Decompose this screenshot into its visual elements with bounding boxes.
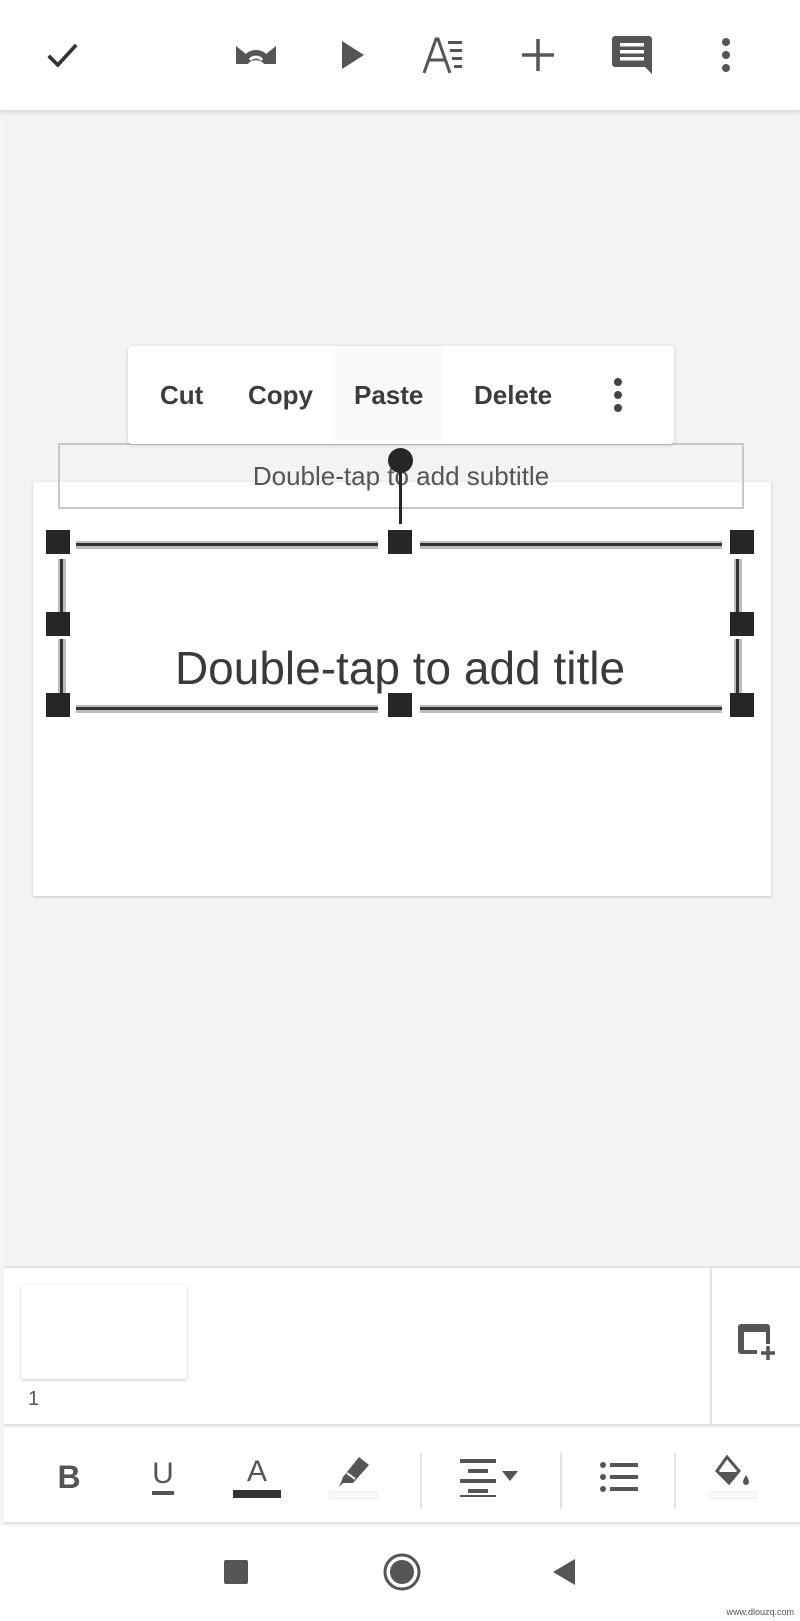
plus-icon bbox=[522, 39, 554, 71]
align-center-icon bbox=[460, 1459, 518, 1497]
bulleted-list-icon bbox=[600, 1462, 638, 1492]
cut-menu-item[interactable]: Cut bbox=[160, 346, 203, 444]
done-button[interactable] bbox=[38, 31, 86, 79]
underline-icon: U bbox=[152, 1459, 174, 1495]
transition-icon bbox=[236, 46, 276, 64]
insert-button[interactable] bbox=[514, 31, 562, 79]
more-vert-icon bbox=[614, 378, 622, 412]
comment-icon bbox=[612, 36, 652, 74]
resize-handle-left[interactable] bbox=[46, 612, 70, 636]
title-text: Double-tap to add title bbox=[174, 642, 626, 694]
home-button[interactable] bbox=[378, 1548, 426, 1596]
circle-icon bbox=[383, 1553, 421, 1591]
present-button[interactable] bbox=[328, 31, 376, 79]
text-format-button[interactable] bbox=[420, 31, 468, 79]
highlight-swatch bbox=[329, 1491, 377, 1499]
separator bbox=[420, 1453, 422, 1509]
bold-button[interactable]: B bbox=[42, 1450, 96, 1504]
play-icon bbox=[342, 41, 364, 69]
comment-button[interactable] bbox=[608, 31, 656, 79]
top-toolbar bbox=[0, 0, 800, 110]
selection-border-top bbox=[76, 541, 378, 549]
format-toolbar: B U A bbox=[4, 1428, 800, 1524]
highlighter-icon bbox=[339, 1457, 369, 1487]
resize-handle-bottom-left[interactable] bbox=[46, 693, 70, 717]
slide-number: 1 bbox=[28, 1388, 40, 1410]
more-vert-icon bbox=[722, 38, 730, 72]
selection-border-bottom bbox=[76, 705, 378, 713]
resize-handle-top-left[interactable] bbox=[46, 530, 70, 554]
text-color-icon: A bbox=[246, 1454, 267, 1488]
bulleted-list-button[interactable] bbox=[592, 1450, 646, 1504]
copy-menu-item[interactable]: Copy bbox=[248, 346, 313, 444]
context-menu: Cut Copy Paste Delete bbox=[128, 346, 674, 444]
transition-button[interactable] bbox=[232, 31, 280, 79]
align-button[interactable] bbox=[456, 1450, 530, 1504]
filmstrip-divider bbox=[710, 1268, 712, 1426]
slide-thumbnail[interactable] bbox=[21, 1285, 187, 1379]
selection-border-top bbox=[420, 541, 722, 549]
resize-handle-top[interactable] bbox=[388, 530, 412, 554]
fill-color-swatch bbox=[709, 1491, 757, 1499]
underline-button[interactable]: U bbox=[136, 1450, 190, 1504]
title-placeholder[interactable]: Double-tap to add title bbox=[58, 541, 742, 713]
system-nav-bar: www.dlouzq.com bbox=[0, 1526, 800, 1621]
watermark: www.dlouzq.com bbox=[726, 1607, 794, 1617]
new-slide-icon bbox=[738, 1324, 775, 1360]
fill-color-button[interactable] bbox=[706, 1450, 760, 1504]
paste-menu-item[interactable]: Paste bbox=[336, 346, 442, 444]
text-format-icon bbox=[422, 37, 462, 74]
selection-border-right bbox=[734, 559, 742, 615]
separator bbox=[674, 1453, 676, 1509]
resize-handle-top-right[interactable] bbox=[730, 530, 754, 554]
triangle-back-icon bbox=[553, 1559, 575, 1585]
square-icon bbox=[224, 1560, 248, 1584]
selection-border-bottom bbox=[420, 705, 722, 713]
back-button[interactable] bbox=[540, 1548, 588, 1596]
resize-handle-bottom-right[interactable] bbox=[730, 693, 754, 717]
fill-color-icon bbox=[715, 1455, 749, 1486]
rotate-handle[interactable] bbox=[388, 448, 413, 473]
recents-button[interactable] bbox=[212, 1548, 260, 1596]
check-icon bbox=[47, 43, 78, 68]
bold-icon: B bbox=[57, 1458, 81, 1495]
separator bbox=[560, 1453, 562, 1509]
resize-handle-bottom[interactable] bbox=[388, 693, 412, 717]
slide-filmstrip: 1 bbox=[4, 1266, 800, 1426]
text-color-swatch bbox=[233, 1489, 281, 1498]
more-options-button[interactable] bbox=[702, 31, 750, 79]
new-slide-button[interactable] bbox=[734, 1318, 782, 1366]
text-color-button[interactable]: A bbox=[230, 1450, 284, 1504]
selection-border-left bbox=[58, 559, 66, 615]
highlight-button[interactable] bbox=[326, 1450, 380, 1504]
delete-menu-item[interactable]: Delete bbox=[474, 346, 552, 444]
context-more-button[interactable] bbox=[598, 346, 638, 444]
resize-handle-right[interactable] bbox=[730, 612, 754, 636]
